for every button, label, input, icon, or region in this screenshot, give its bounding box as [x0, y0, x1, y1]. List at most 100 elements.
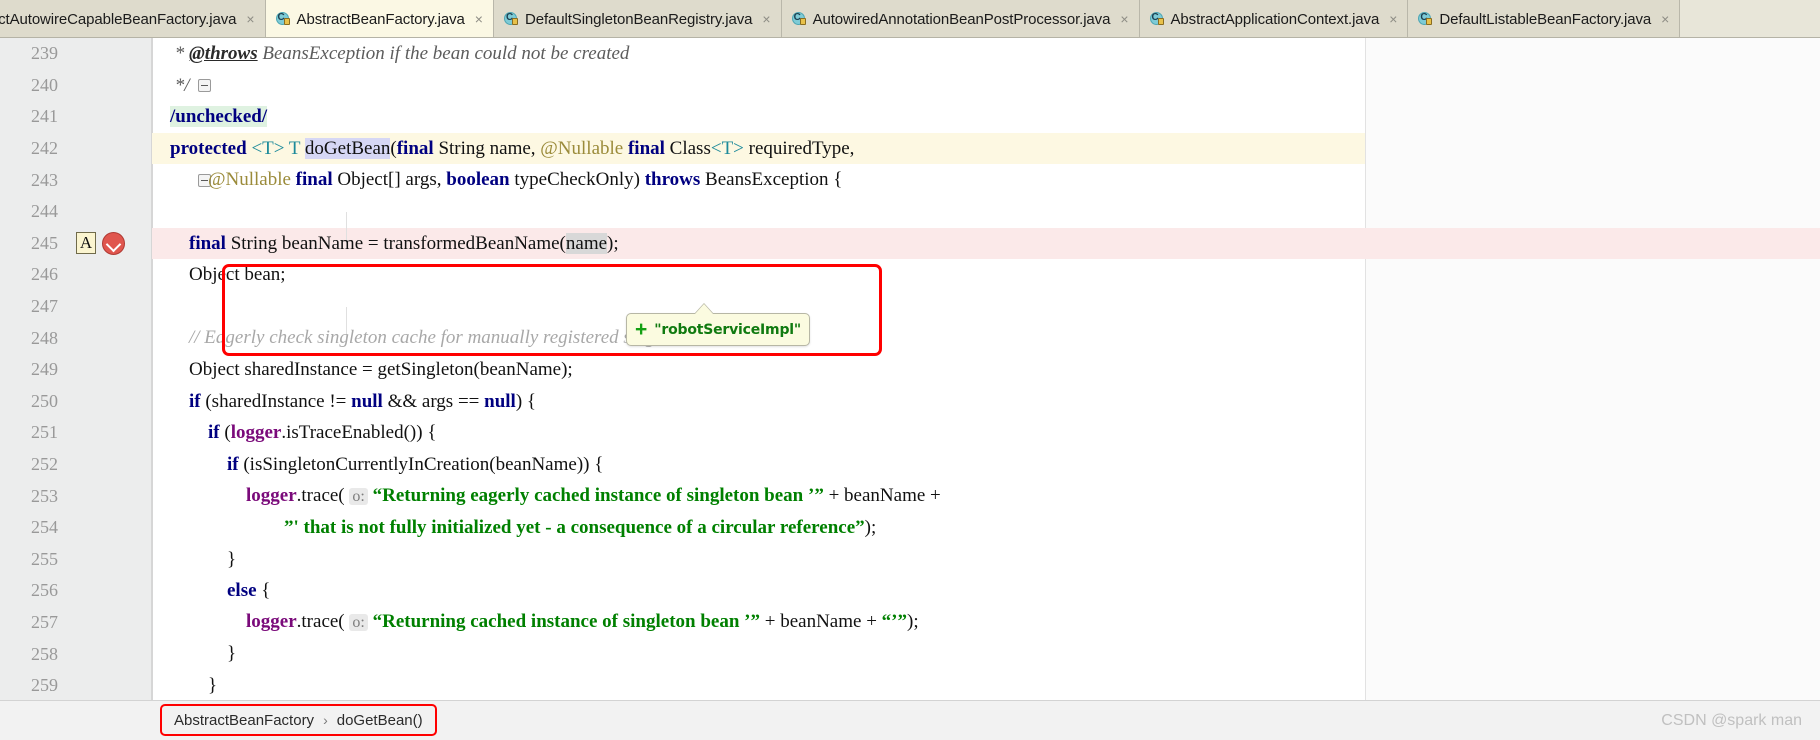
gutter-slot[interactable]: [70, 386, 140, 418]
gutter-slot[interactable]: [70, 38, 140, 70]
code-line[interactable]: 254 ”' that is not fully initialized yet…: [0, 512, 1820, 544]
code-line[interactable]: 256 else {: [0, 575, 1820, 607]
tab-autowired-annotation-bean-post-processor[interactable]: C AutowiredAnnotationBeanPostProcessor.j…: [781, 0, 1140, 37]
breadcrumb-class[interactable]: AbstractBeanFactory: [174, 712, 314, 729]
gutter-slot[interactable]: [70, 575, 140, 607]
line-number: 255: [31, 548, 58, 569]
tab-abstract-bean-factory[interactable]: C AbstractBeanFactory.java ×: [265, 0, 494, 37]
java-class-icon: C: [503, 11, 519, 27]
tab-close-icon[interactable]: ×: [1661, 12, 1669, 26]
gutter-slot[interactable]: [70, 291, 140, 323]
code-text: */: [170, 74, 190, 96]
code-line[interactable]: 249 Object sharedInstance = getSingleton…: [0, 354, 1820, 386]
line-number: 239: [31, 43, 58, 64]
gutter-slot[interactable]: [70, 196, 140, 228]
tab-label: AbstractBeanFactory.java: [296, 10, 465, 28]
param-hint: o:: [349, 487, 368, 505]
gutter-slot[interactable]: [70, 512, 140, 544]
gutter-slot[interactable]: [70, 322, 140, 354]
code-line[interactable]: 240 */: [0, 70, 1820, 102]
breadcrumb-method[interactable]: doGetBean(): [337, 712, 423, 729]
tooltip-text: "robotServiceImpl": [654, 321, 801, 338]
gutter-slot[interactable]: [70, 638, 140, 670]
code-line[interactable]: 253 logger.trace( o: “Returning eagerly …: [0, 480, 1820, 512]
code-line[interactable]: 248 // Eagerly check singleton cache for…: [0, 322, 1820, 354]
gutter-slot[interactable]: [70, 101, 140, 133]
bean-name-tooltip[interactable]: + "robotServiceImpl": [626, 303, 810, 346]
code-text: protected <T> T doGetBean(final String n…: [170, 137, 855, 159]
ide-window: C ractAutowireCapableBeanFactory.java × …: [0, 0, 1820, 740]
gutter-slot[interactable]: [70, 607, 140, 639]
code-line[interactable]: 244: [0, 196, 1820, 244]
gutter-slot[interactable]: [70, 417, 140, 449]
breadcrumb[interactable]: AbstractBeanFactory › doGetBean(): [160, 704, 437, 736]
gutter-slot[interactable]: [70, 480, 140, 512]
code-line[interactable]: 247: [0, 291, 1820, 339]
code-text: @Nullable final Object[] args, boolean t…: [208, 169, 843, 191]
gutter-slot[interactable]: [70, 133, 140, 165]
code-text: else {: [227, 580, 271, 602]
tab-abstract-autowire-capable-bean-factory[interactable]: C ractAutowireCapableBeanFactory.java ×: [0, 0, 266, 37]
tab-close-icon[interactable]: ×: [246, 12, 254, 26]
code-line[interactable]: 245 A final String beanName = transforme…: [0, 227, 1820, 260]
gutter-slot[interactable]: [70, 164, 211, 196]
code-line[interactable]: 255 }: [0, 544, 1820, 576]
line-number: 246: [31, 264, 58, 285]
watermark: CSDN @spark man: [1661, 712, 1802, 729]
line-number: 247: [31, 296, 58, 317]
gutter-slot[interactable]: [70, 259, 140, 291]
tab-default-singleton-bean-registry[interactable]: C DefaultSingletonBeanRegistry.java ×: [493, 0, 782, 37]
gutter-slot[interactable]: [70, 70, 211, 102]
code-lines: 239 * @throws BeansException if the bean…: [0, 38, 1820, 701]
tab-label: DefaultSingletonBeanRegistry.java: [524, 10, 753, 28]
code-editor[interactable]: 239 * @throws BeansException if the bean…: [0, 38, 1820, 700]
line-number: 245: [31, 232, 58, 253]
line-number: 243: [31, 169, 58, 190]
tab-close-icon[interactable]: ×: [1389, 12, 1397, 26]
tab-close-icon[interactable]: ×: [762, 12, 770, 26]
tab-label: ractAutowireCapableBeanFactory.java: [0, 10, 237, 28]
gutter-slot[interactable]: [70, 354, 140, 386]
code-line[interactable]: 246 Object bean;: [0, 259, 1820, 291]
java-class-icon: C: [275, 11, 291, 27]
code-line[interactable]: 251 if (logger.isTraceEnabled()) {: [0, 417, 1820, 449]
tab-abstract-application-context[interactable]: C AbstractApplicationContext.java ×: [1139, 0, 1409, 37]
code-line[interactable]: 252 if (isSingletonCurrentlyInCreation(b…: [0, 449, 1820, 481]
line-number: 248: [31, 327, 58, 348]
line-number: 250: [31, 390, 58, 411]
code-text: }: [170, 643, 237, 665]
code-line[interactable]: 257 logger.trace( o: “Returning cached i…: [0, 607, 1820, 639]
code-text: * @throws BeansException if the bean cou…: [170, 43, 630, 64]
code-line[interactable]: 243 @Nullable final Object[] args, boole…: [0, 164, 1820, 196]
code-line[interactable]: 258 }: [0, 638, 1820, 670]
line-number: 249: [31, 359, 58, 380]
gutter-slot[interactable]: [70, 670, 140, 702]
breadcrumb-separator-icon: ›: [323, 712, 328, 728]
inspection-a-icon[interactable]: A: [76, 232, 96, 255]
line-number: 253: [31, 485, 58, 506]
code-text: if (isSingletonCurrentlyInCreation(beanN…: [227, 453, 604, 475]
line-number: 252: [31, 454, 58, 475]
code-text: ”' that is not fully initialized yet - a…: [284, 516, 877, 538]
line-number: 240: [31, 74, 58, 95]
code-line[interactable]: 259 }: [0, 670, 1820, 702]
tab-label: DefaultListableBeanFactory.java: [1439, 10, 1652, 28]
tab-default-listable-bean-factory[interactable]: C DefaultListableBeanFactory.java ×: [1408, 0, 1681, 37]
code-line[interactable]: 242 protected <T> T doGetBean(final Stri…: [0, 132, 1820, 165]
code-line[interactable]: 241 /unchecked/: [0, 101, 1820, 133]
red-chevron-icon[interactable]: [102, 231, 125, 255]
code-text: logger.trace( o: “Returning cached insta…: [246, 611, 919, 633]
line-number: 257: [31, 611, 58, 632]
plus-icon: +: [635, 318, 648, 341]
code-line[interactable]: 239 * @throws BeansException if the bean…: [0, 38, 1820, 70]
gutter-slot[interactable]: A: [70, 228, 140, 260]
tab-close-icon[interactable]: ×: [475, 12, 483, 26]
tab-close-icon[interactable]: ×: [1120, 12, 1128, 26]
code-text: Object sharedInstance = getSingleton(bea…: [170, 358, 573, 380]
line-number: 254: [31, 517, 58, 538]
code-line[interactable]: 250 if (sharedInstance != null && args =…: [0, 386, 1820, 418]
line-number: 242: [31, 138, 58, 159]
gutter-slot[interactable]: [70, 449, 140, 481]
line-number: 251: [31, 422, 58, 443]
gutter-slot[interactable]: [70, 544, 140, 576]
